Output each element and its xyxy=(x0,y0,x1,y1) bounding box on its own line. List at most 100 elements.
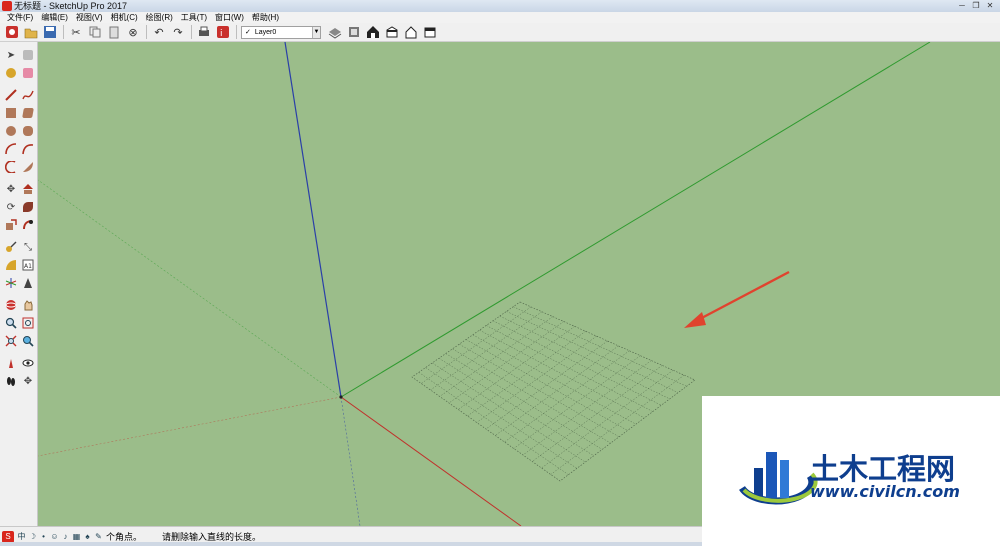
main-toolbar: ✂ ⊗ ↶ ↷ i ✓ Layer0 ▼ xyxy=(0,23,1000,42)
grid-line xyxy=(541,370,674,469)
ime-mode[interactable]: 中 xyxy=(17,532,26,541)
two-point-arc-icon[interactable] xyxy=(21,142,35,156)
orbit-icon[interactable] xyxy=(4,298,18,312)
menu-camera[interactable]: 相机(C) xyxy=(107,12,142,23)
print-icon[interactable] xyxy=(196,24,212,40)
taskbar-strip xyxy=(0,542,702,546)
tape-measure-icon[interactable] xyxy=(4,240,18,254)
grid-line xyxy=(438,358,594,456)
copy-icon[interactable] xyxy=(87,24,103,40)
toolbar-separator xyxy=(191,25,192,39)
select-icon[interactable]: ➤ xyxy=(4,48,18,62)
cut-icon[interactable]: ✂ xyxy=(68,24,84,40)
polygon-icon[interactable] xyxy=(21,124,35,138)
toolbar-separator xyxy=(236,25,237,39)
rotate-icon[interactable]: ⟳ xyxy=(4,200,18,214)
offset-icon[interactable] xyxy=(21,218,35,232)
axis-red-negative xyxy=(38,396,342,457)
zoom-window-icon[interactable] xyxy=(21,316,35,330)
close-button[interactable]: ✕ xyxy=(984,0,996,11)
redo-icon[interactable]: ↷ xyxy=(170,24,186,40)
look-around-icon[interactable] xyxy=(21,356,35,370)
minimize-button[interactable]: ─ xyxy=(956,0,968,11)
paste-icon[interactable] xyxy=(106,24,122,40)
menu-window[interactable]: 窗口(W) xyxy=(211,12,248,23)
menu-draw[interactable]: 绘图(R) xyxy=(142,12,177,23)
layer-manager-icon[interactable] xyxy=(327,24,343,40)
line-pencil-icon[interactable] xyxy=(4,88,18,102)
home-icon[interactable] xyxy=(365,24,381,40)
paint-bucket-icon[interactable] xyxy=(4,66,18,80)
move-icon[interactable]: ✥ xyxy=(4,182,18,196)
eraser-icon[interactable] xyxy=(21,66,35,80)
menu-view[interactable]: 视图(V) xyxy=(72,12,107,23)
menu-bar: 文件(F) 编辑(E) 视图(V) 相机(C) 绘图(R) 工具(T) 窗口(W… xyxy=(0,12,1000,23)
grid-line xyxy=(425,367,578,469)
axes-icon[interactable] xyxy=(4,276,18,290)
grid-line xyxy=(432,362,586,463)
layer-value: Layer0 xyxy=(254,28,277,36)
watermark-url: www.civilcn.com xyxy=(810,482,960,501)
watermark-block: 土木工程网 www.civilcn.com xyxy=(702,396,1000,546)
smile-icon[interactable]: ☺ xyxy=(50,532,59,541)
tool-palette: ➤ ✥ ⟳ ⤡ A1 ✥ xyxy=(0,42,38,526)
chevron-down-icon[interactable]: ▼ xyxy=(312,26,320,38)
zoom-extents-icon[interactable] xyxy=(4,334,18,348)
erase-icon[interactable]: ⊗ xyxy=(125,24,141,40)
previous-view-icon[interactable] xyxy=(21,334,35,348)
warehouse-icon[interactable] xyxy=(346,24,362,40)
ime-logo-icon[interactable]: S xyxy=(2,530,14,543)
follow-me-icon[interactable] xyxy=(21,200,35,214)
save-icon[interactable] xyxy=(42,24,58,40)
grid-line xyxy=(418,372,569,475)
toolbar-separator xyxy=(146,25,147,39)
rotated-rectangle-icon[interactable] xyxy=(21,106,35,120)
new-file-icon[interactable] xyxy=(4,24,20,40)
window-controls: ─ ❐ ✕ xyxy=(956,0,996,11)
grid-line xyxy=(504,350,630,443)
push-pull-icon[interactable] xyxy=(21,182,35,196)
axis-blue-negative xyxy=(340,396,361,526)
menu-help[interactable]: 帮助(H) xyxy=(248,12,283,23)
back-view-icon[interactable] xyxy=(422,24,438,40)
layer-dropdown[interactable]: ✓ Layer0 ▼ xyxy=(241,25,321,39)
3d-text-icon[interactable] xyxy=(21,276,35,290)
origin-point xyxy=(339,395,343,399)
make-component-icon[interactable] xyxy=(21,48,35,62)
sketchup-app-icon xyxy=(2,1,12,11)
walk-icon[interactable] xyxy=(4,374,18,388)
wrench-icon[interactable]: ✎ xyxy=(94,532,103,541)
pan-icon[interactable] xyxy=(21,298,35,312)
scale-icon[interactable] xyxy=(4,218,18,232)
grid-line xyxy=(495,345,619,436)
menu-edit[interactable]: 编辑(E) xyxy=(37,12,72,23)
grid-line xyxy=(430,311,543,391)
punctuation-icon[interactable]: • xyxy=(39,532,48,541)
annotation-arrow xyxy=(684,270,790,328)
menu-file[interactable]: 文件(F) xyxy=(3,12,37,23)
moon-icon[interactable]: ☽ xyxy=(28,532,37,541)
circle-icon[interactable] xyxy=(4,124,18,138)
keyboard-icon[interactable]: ▦ xyxy=(72,532,81,541)
front-view-icon[interactable] xyxy=(384,24,400,40)
microphone-icon[interactable]: ♪ xyxy=(61,532,70,541)
undo-icon[interactable]: ↶ xyxy=(151,24,167,40)
text-icon[interactable]: A1 xyxy=(21,258,35,272)
pie-icon[interactable] xyxy=(21,160,35,174)
shirt-icon[interactable]: ♠ xyxy=(83,532,92,541)
zoom-icon[interactable] xyxy=(4,316,18,330)
maximize-button[interactable]: ❐ xyxy=(970,0,982,11)
position-camera-icon[interactable] xyxy=(4,356,18,370)
open-folder-icon[interactable] xyxy=(23,24,39,40)
arc-icon[interactable] xyxy=(4,142,18,156)
three-point-arc-icon[interactable] xyxy=(4,160,18,174)
model-info-icon[interactable]: i xyxy=(215,24,231,40)
protractor-icon[interactable] xyxy=(4,258,18,272)
menu-tools[interactable]: 工具(T) xyxy=(177,12,211,23)
freehand-icon[interactable] xyxy=(21,88,35,102)
right-view-icon[interactable] xyxy=(403,24,419,40)
grid-line xyxy=(550,374,685,475)
section-plane-icon[interactable]: ✥ xyxy=(21,374,35,388)
dimension-icon[interactable]: ⤡ xyxy=(21,240,35,254)
rectangle-icon[interactable] xyxy=(4,106,18,120)
